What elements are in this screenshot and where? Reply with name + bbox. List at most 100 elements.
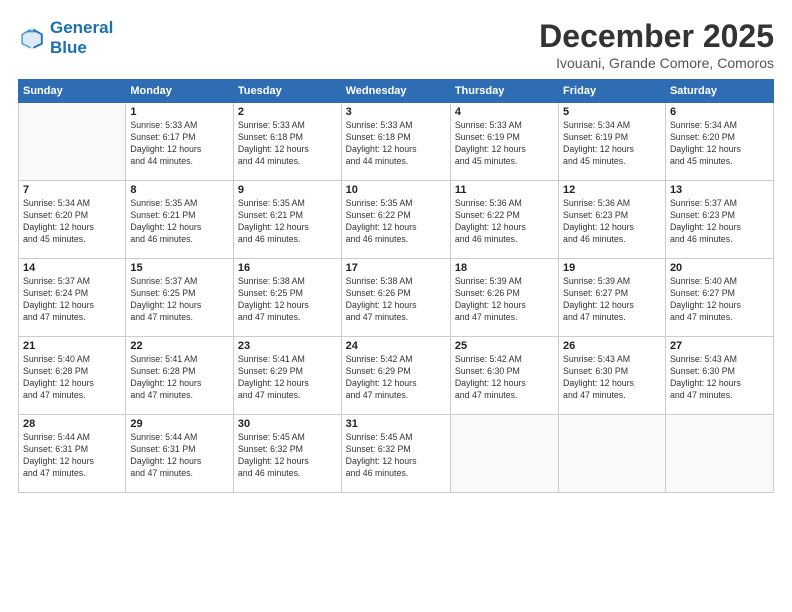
day-number: 20 xyxy=(670,262,769,274)
calendar-week-row: 21Sunrise: 5:40 AM Sunset: 6:28 PM Dayli… xyxy=(19,337,774,415)
day-number: 28 xyxy=(23,418,121,430)
day-number: 3 xyxy=(346,106,446,118)
day-number: 8 xyxy=(130,184,229,196)
day-number: 17 xyxy=(346,262,446,274)
calendar-cell: 27 Sunrise: 5:43 AM Sunset: 6:30 PM Dayli… xyxy=(665,337,773,415)
calendar-cell: 24Sunrise: 5:42 AM Sunset: 6:29 PM Dayli… xyxy=(341,337,450,415)
day-info: Sunrise: 5:35 AM Sunset: 6:22 PM Dayligh… xyxy=(346,198,446,246)
calendar-cell: 5Sunrise: 5:34 AM Sunset: 6:19 PM Daylig… xyxy=(559,103,666,181)
calendar-cell: 28 Sunrise: 5:44 AM Sunset: 6:31 PM Dayli… xyxy=(19,415,126,493)
calendar-cell: 12Sunrise: 5:36 AM Sunset: 6:23 PM Dayli… xyxy=(559,181,666,259)
calendar-cell: 20 Sunrise: 5:40 AM Sunset: 6:27 PM Dayli… xyxy=(665,259,773,337)
day-number: 6 xyxy=(670,106,769,118)
logo-icon xyxy=(18,24,46,52)
calendar-week-row: 1 Sunrise: 5:33 AM Sunset: 6:17 PM Daylig… xyxy=(19,103,774,181)
day-info: Sunrise: 5:41 AM Sunset: 6:28 PM Dayligh… xyxy=(130,354,229,402)
day-info: Sunrise: 5:37 AM Sunset: 6:25 PM Dayligh… xyxy=(130,276,229,324)
subtitle: Ivouani, Grande Comore, Comoros xyxy=(539,55,774,71)
calendar-table: SundayMondayTuesdayWednesdayThursdayFrid… xyxy=(18,79,774,493)
calendar-cell: 30 Sunrise: 5:45 AM Sunset: 6:32 PM Dayli… xyxy=(233,415,341,493)
calendar-cell: 9 Sunrise: 5:35 AM Sunset: 6:21 PM Daylig… xyxy=(233,181,341,259)
calendar-week-row: 7 Sunrise: 5:34 AM Sunset: 6:20 PM Daylig… xyxy=(19,181,774,259)
calendar-cell: 10 Sunrise: 5:35 AM Sunset: 6:22 PM Dayli… xyxy=(341,181,450,259)
day-info: Sunrise: 5:43 AM Sunset: 6:30 PM Dayligh… xyxy=(563,354,661,402)
day-info: Sunrise: 5:42 AM Sunset: 6:30 PM Dayligh… xyxy=(455,354,554,402)
day-number: 30 xyxy=(238,418,337,430)
calendar-cell: 1 Sunrise: 5:33 AM Sunset: 6:17 PM Daylig… xyxy=(126,103,234,181)
day-number: 23 xyxy=(238,340,337,352)
calendar-cell: 21Sunrise: 5:40 AM Sunset: 6:28 PM Dayli… xyxy=(19,337,126,415)
day-info: Sunrise: 5:45 AM Sunset: 6:32 PM Dayligh… xyxy=(238,432,337,480)
day-info: Sunrise: 5:34 AM Sunset: 6:19 PM Dayligh… xyxy=(563,120,661,168)
day-info: Sunrise: 5:34 AM Sunset: 6:20 PM Dayligh… xyxy=(23,198,121,246)
calendar-cell: 2 Sunrise: 5:33 AM Sunset: 6:18 PM Daylig… xyxy=(233,103,341,181)
day-info: Sunrise: 5:42 AM Sunset: 6:29 PM Dayligh… xyxy=(346,354,446,402)
calendar-header-row: SundayMondayTuesdayWednesdayThursdayFrid… xyxy=(19,80,774,103)
day-info: Sunrise: 5:40 AM Sunset: 6:27 PM Dayligh… xyxy=(670,276,769,324)
day-info: Sunrise: 5:35 AM Sunset: 6:21 PM Dayligh… xyxy=(238,198,337,246)
day-number: 2 xyxy=(238,106,337,118)
day-number: 9 xyxy=(238,184,337,196)
calendar-header-tuesday: Tuesday xyxy=(233,80,341,103)
calendar-cell: 8 Sunrise: 5:35 AM Sunset: 6:21 PM Daylig… xyxy=(126,181,234,259)
day-info: Sunrise: 5:33 AM Sunset: 6:17 PM Dayligh… xyxy=(130,120,229,168)
day-info: Sunrise: 5:38 AM Sunset: 6:25 PM Dayligh… xyxy=(238,276,337,324)
calendar-header-sunday: Sunday xyxy=(19,80,126,103)
day-number: 7 xyxy=(23,184,121,196)
calendar-cell: 31Sunrise: 5:45 AM Sunset: 6:32 PM Dayli… xyxy=(341,415,450,493)
day-info: Sunrise: 5:35 AM Sunset: 6:21 PM Dayligh… xyxy=(130,198,229,246)
page: General Blue December 2025 Ivouani, Gran… xyxy=(0,0,792,612)
calendar-cell xyxy=(19,103,126,181)
calendar-cell: 19 Sunrise: 5:39 AM Sunset: 6:27 PM Dayli… xyxy=(559,259,666,337)
calendar-cell: 11 Sunrise: 5:36 AM Sunset: 6:22 PM Dayli… xyxy=(450,181,558,259)
calendar-cell: 26 Sunrise: 5:43 AM Sunset: 6:30 PM Dayli… xyxy=(559,337,666,415)
day-info: Sunrise: 5:39 AM Sunset: 6:26 PM Dayligh… xyxy=(455,276,554,324)
calendar-week-row: 28 Sunrise: 5:44 AM Sunset: 6:31 PM Dayli… xyxy=(19,415,774,493)
day-info: Sunrise: 5:43 AM Sunset: 6:30 PM Dayligh… xyxy=(670,354,769,402)
calendar-header-saturday: Saturday xyxy=(665,80,773,103)
calendar-cell xyxy=(450,415,558,493)
calendar-header-wednesday: Wednesday xyxy=(341,80,450,103)
day-number: 14 xyxy=(23,262,121,274)
day-number: 27 xyxy=(670,340,769,352)
title-block: December 2025 Ivouani, Grande Comore, Co… xyxy=(539,18,774,71)
calendar-cell: 4 Sunrise: 5:33 AM Sunset: 6:19 PM Daylig… xyxy=(450,103,558,181)
calendar-week-row: 14 Sunrise: 5:37 AM Sunset: 6:24 PM Dayli… xyxy=(19,259,774,337)
calendar-cell: 6Sunrise: 5:34 AM Sunset: 6:20 PM Daylig… xyxy=(665,103,773,181)
calendar-cell xyxy=(559,415,666,493)
day-info: Sunrise: 5:39 AM Sunset: 6:27 PM Dayligh… xyxy=(563,276,661,324)
day-number: 26 xyxy=(563,340,661,352)
day-number: 13 xyxy=(670,184,769,196)
calendar-cell: 13 Sunrise: 5:37 AM Sunset: 6:23 PM Dayli… xyxy=(665,181,773,259)
calendar-header-friday: Friday xyxy=(559,80,666,103)
day-info: Sunrise: 5:33 AM Sunset: 6:18 PM Dayligh… xyxy=(346,120,446,168)
day-number: 29 xyxy=(130,418,229,430)
logo-text: General Blue xyxy=(50,18,113,57)
day-number: 22 xyxy=(130,340,229,352)
day-info: Sunrise: 5:41 AM Sunset: 6:29 PM Dayligh… xyxy=(238,354,337,402)
day-number: 1 xyxy=(130,106,229,118)
calendar-cell: 25Sunrise: 5:42 AM Sunset: 6:30 PM Dayli… xyxy=(450,337,558,415)
day-info: Sunrise: 5:44 AM Sunset: 6:31 PM Dayligh… xyxy=(23,432,121,480)
day-number: 4 xyxy=(455,106,554,118)
day-info: Sunrise: 5:33 AM Sunset: 6:18 PM Dayligh… xyxy=(238,120,337,168)
day-info: Sunrise: 5:37 AM Sunset: 6:24 PM Dayligh… xyxy=(23,276,121,324)
calendar-cell: 22 Sunrise: 5:41 AM Sunset: 6:28 PM Dayli… xyxy=(126,337,234,415)
header: General Blue December 2025 Ivouani, Gran… xyxy=(18,18,774,71)
calendar-header-monday: Monday xyxy=(126,80,234,103)
day-info: Sunrise: 5:37 AM Sunset: 6:23 PM Dayligh… xyxy=(670,198,769,246)
day-info: Sunrise: 5:44 AM Sunset: 6:31 PM Dayligh… xyxy=(130,432,229,480)
day-info: Sunrise: 5:40 AM Sunset: 6:28 PM Dayligh… xyxy=(23,354,121,402)
main-title: December 2025 xyxy=(539,18,774,55)
calendar-cell: 23 Sunrise: 5:41 AM Sunset: 6:29 PM Dayli… xyxy=(233,337,341,415)
day-number: 19 xyxy=(563,262,661,274)
calendar-cell: 16Sunrise: 5:38 AM Sunset: 6:25 PM Dayli… xyxy=(233,259,341,337)
day-info: Sunrise: 5:36 AM Sunset: 6:22 PM Dayligh… xyxy=(455,198,554,246)
day-number: 11 xyxy=(455,184,554,196)
day-number: 18 xyxy=(455,262,554,274)
calendar-cell: 3 Sunrise: 5:33 AM Sunset: 6:18 PM Daylig… xyxy=(341,103,450,181)
calendar-cell: 15Sunrise: 5:37 AM Sunset: 6:25 PM Dayli… xyxy=(126,259,234,337)
day-info: Sunrise: 5:33 AM Sunset: 6:19 PM Dayligh… xyxy=(455,120,554,168)
calendar-cell: 17Sunrise: 5:38 AM Sunset: 6:26 PM Dayli… xyxy=(341,259,450,337)
day-number: 10 xyxy=(346,184,446,196)
